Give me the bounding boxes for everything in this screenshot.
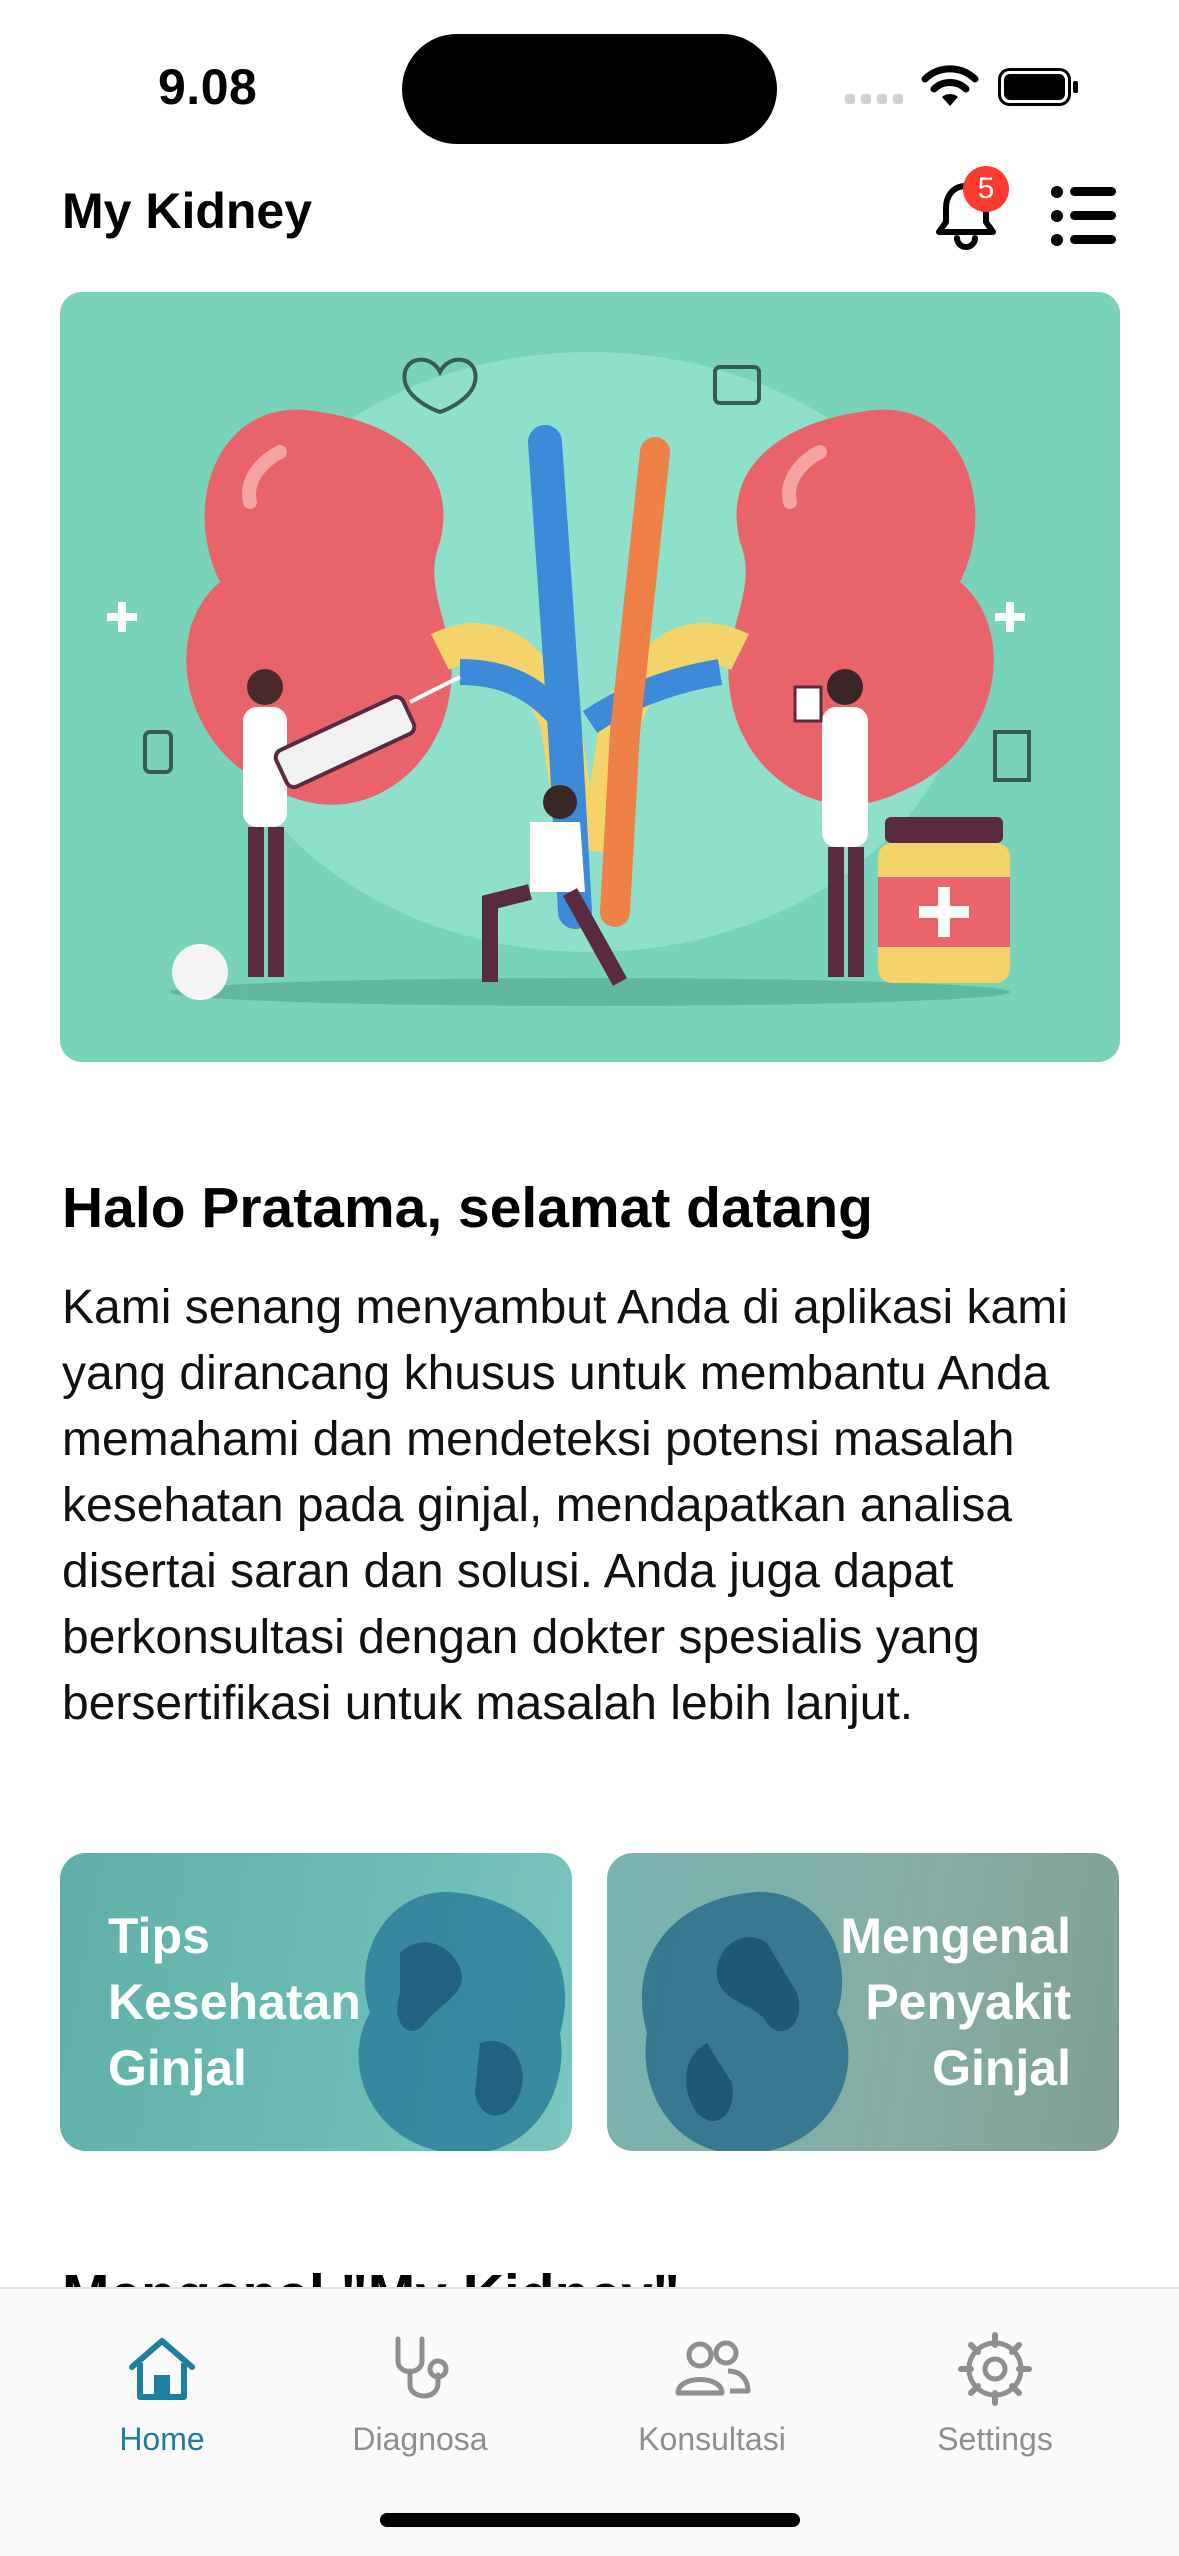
tab-konsultasi[interactable]: Konsultasi xyxy=(602,2329,822,2479)
status-bar: 9.08 xyxy=(0,0,1179,170)
app-header: My Kidney 5 xyxy=(0,160,1179,270)
dynamic-island xyxy=(402,34,777,144)
people-icon xyxy=(675,2340,751,2396)
home-indicator xyxy=(380,2513,800,2527)
tab-home[interactable]: Home xyxy=(52,2329,272,2479)
tab-diagnosa[interactable]: Diagnosa xyxy=(310,2329,530,2479)
battery-icon xyxy=(998,68,1078,106)
card-title: Tips Kesehatan Ginjal xyxy=(108,1908,361,2096)
tab-label: Home xyxy=(119,2421,205,2457)
cellular-signal-icon xyxy=(845,94,903,104)
welcome-title: Halo Pratama, selamat datang xyxy=(62,1176,873,1240)
notification-badge: 5 xyxy=(963,166,1009,212)
card-title: Mengenal Penyakit Ginjal xyxy=(840,1908,1071,2096)
menu-list-icon[interactable] xyxy=(1050,182,1118,250)
wifi-icon xyxy=(921,65,979,106)
tips-kesehatan-ginjal-card[interactable]: Tips Kesehatan Ginjal xyxy=(60,1853,572,2151)
tab-label: Diagnosa xyxy=(352,2421,488,2457)
gear-icon xyxy=(958,2332,1032,2406)
mengenal-penyakit-ginjal-card[interactable]: Mengenal Penyakit Ginjal xyxy=(607,1853,1119,2151)
page-title: My Kidney xyxy=(62,183,313,239)
home-icon xyxy=(129,2338,195,2400)
welcome-description: Kami senang menyambut Anda di aplikasi k… xyxy=(62,1281,1068,1730)
tab-label: Settings xyxy=(937,2421,1053,2457)
tab-settings[interactable]: Settings xyxy=(885,2329,1105,2479)
hero-kidney-illustration xyxy=(60,292,1120,1062)
stethoscope-icon xyxy=(395,2336,449,2399)
tab-label: Konsultasi xyxy=(638,2421,786,2457)
status-time: 9.08 xyxy=(158,59,258,115)
